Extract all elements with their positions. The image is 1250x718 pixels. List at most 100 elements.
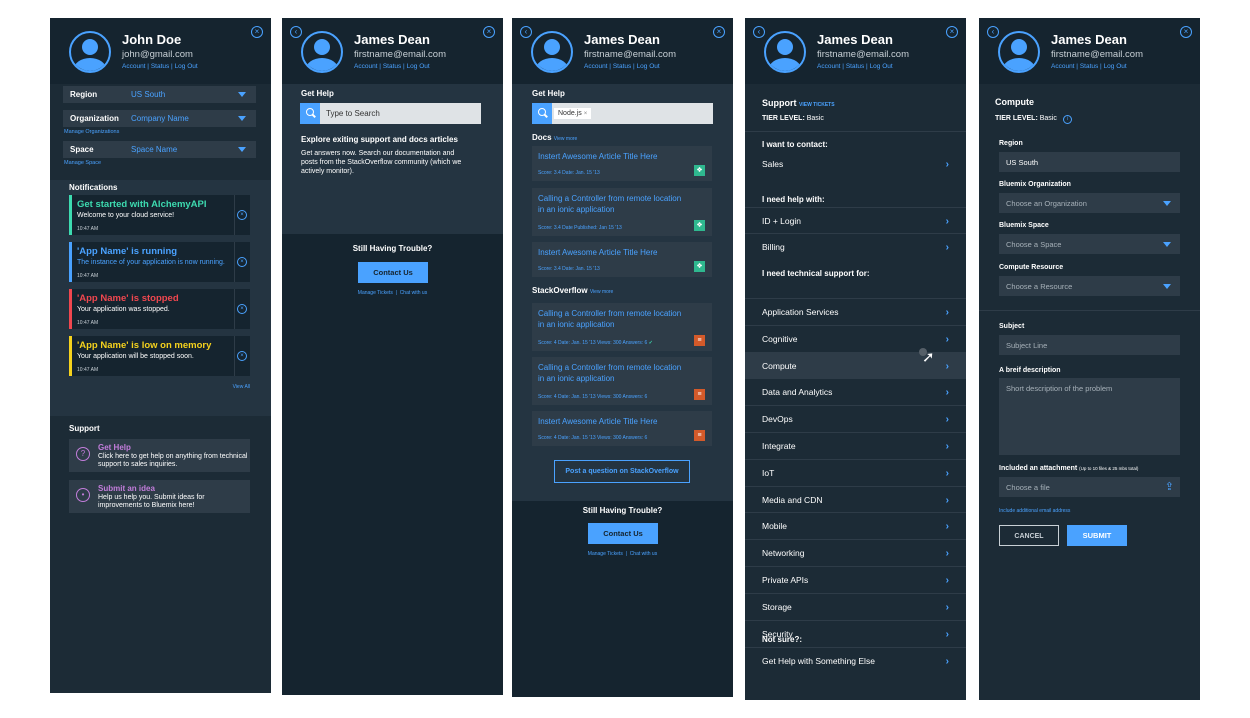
option-label: Cognitive xyxy=(762,333,798,344)
close-icon[interactable]: × xyxy=(713,26,725,38)
option-label: Data and Analytics xyxy=(762,387,833,398)
chevron-down-icon xyxy=(238,147,246,152)
search-input[interactable]: Node.js × xyxy=(532,103,713,124)
space-dropdown[interactable]: Space Space Name xyxy=(63,141,256,158)
notifications-section: Notifications Get started with AlchemyAP… xyxy=(50,180,271,416)
back-icon[interactable]: ‹ xyxy=(987,26,999,38)
tier-level: TIER LEVEL: Basic xyxy=(762,115,824,122)
so-question-card[interactable]: Instert Awesome Article Title Here Score… xyxy=(532,411,712,446)
option-mobile[interactable]: Mobile › xyxy=(745,512,966,539)
avatar xyxy=(301,31,343,73)
chat-link[interactable]: Chat with us xyxy=(630,551,658,557)
account-link[interactable]: Account xyxy=(1051,63,1075,70)
back-icon[interactable]: ‹ xyxy=(290,26,302,38)
resource-select[interactable]: Choose a Resource xyxy=(999,276,1180,296)
submit-button[interactable]: SUBMIT xyxy=(1067,525,1127,546)
search-input[interactable]: Type to Search xyxy=(300,103,481,124)
chevron-right-icon: › xyxy=(945,159,949,170)
file-input[interactable]: Choose a file ⇪ xyxy=(999,477,1180,497)
option-media-and-cdn[interactable]: Media and CDN › xyxy=(745,485,966,513)
post-question-button[interactable]: Post a question on StackOverflow xyxy=(554,460,690,483)
docs-view-more-link[interactable]: View more xyxy=(554,136,578,142)
option-storage[interactable]: Storage › xyxy=(745,592,966,620)
account-link[interactable]: Account xyxy=(817,63,841,70)
close-icon[interactable]: × xyxy=(483,26,495,38)
doc-article-card[interactable]: Instert Awesome Article Title Here Score… xyxy=(532,146,712,181)
account-link[interactable]: Account xyxy=(584,63,608,70)
tier-label: TIER LEVEL: xyxy=(995,115,1038,122)
logout-link[interactable]: Log Out xyxy=(1104,63,1127,70)
close-icon[interactable]: × xyxy=(1180,26,1192,38)
notification-item[interactable]: 'App Name' is stopped Your application w… xyxy=(69,289,250,329)
option-networking[interactable]: Networking › xyxy=(745,539,966,566)
dismiss-icon[interactable]: × xyxy=(237,257,247,267)
option-private-apis[interactable]: Private APIs › xyxy=(745,566,966,593)
organization-dropdown[interactable]: Organization Company Name xyxy=(63,110,256,127)
option-devops[interactable]: DevOps › xyxy=(745,405,966,432)
subject-input[interactable]: Subject Line xyxy=(999,335,1180,355)
space-select[interactable]: Choose a Space xyxy=(999,234,1180,254)
organization-select[interactable]: Choose an Organization xyxy=(999,193,1180,213)
option-integrate[interactable]: Integrate › xyxy=(745,432,966,459)
add-email-link[interactable]: Include additional email address xyxy=(999,508,1070,514)
account-link[interactable]: Account xyxy=(354,63,378,70)
status-link[interactable]: Status xyxy=(1080,63,1098,70)
notification-item[interactable]: 'App Name' is running The instance of yo… xyxy=(69,242,250,282)
status-link[interactable]: Status xyxy=(383,63,401,70)
submit-idea-card[interactable]: • Submit an idea Help us help you. Submi… xyxy=(69,480,250,513)
user-email: firstname@email.com xyxy=(584,49,676,60)
get-help-card[interactable]: ? Get Help Click here to get help on any… xyxy=(69,439,250,472)
notification-item[interactable]: Get started with AlchemyAPI Welcome to y… xyxy=(69,195,250,235)
logout-link[interactable]: Log Out xyxy=(175,63,198,70)
close-icon[interactable]: × xyxy=(946,26,958,38)
description-textarea[interactable]: Short description of the problem xyxy=(999,378,1180,455)
remove-tag-icon[interactable]: × xyxy=(584,111,588,117)
dismiss-icon[interactable]: × xyxy=(237,351,247,361)
stackoverflow-title: StackOverflow View more xyxy=(532,286,614,295)
manage-space-link[interactable]: Manage Space xyxy=(64,160,101,166)
status-link[interactable]: Status xyxy=(846,63,864,70)
option-sales[interactable]: Sales › xyxy=(745,151,966,177)
dismiss-icon[interactable]: × xyxy=(237,304,247,314)
so-question-card[interactable]: Calling a Controller from remote locatio… xyxy=(532,303,712,351)
user-name: John Doe xyxy=(122,32,182,47)
doc-article-card[interactable]: Instert Awesome Article Title Here Score… xyxy=(532,242,712,277)
notification-title: 'App Name' is low on memory xyxy=(77,340,212,351)
option-id-login[interactable]: ID + Login › xyxy=(745,207,966,234)
contact-us-button[interactable]: Contact Us xyxy=(588,523,658,544)
account-link[interactable]: Account xyxy=(122,63,146,70)
chat-link[interactable]: Chat with us xyxy=(400,290,428,296)
option-cognitive[interactable]: Cognitive › xyxy=(745,324,966,352)
so-question-card[interactable]: Calling a Controller from remote locatio… xyxy=(532,357,712,405)
logout-link[interactable]: Log Out xyxy=(407,63,430,70)
option-something-else[interactable]: Get Help with Something Else › xyxy=(745,647,966,674)
upload-icon[interactable]: ⇪ xyxy=(1165,480,1174,493)
back-icon[interactable]: ‹ xyxy=(520,26,532,38)
region-dropdown[interactable]: Region US South xyxy=(63,86,256,103)
close-icon[interactable]: × xyxy=(251,26,263,38)
notification-item[interactable]: 'App Name' is low on memory Your applica… xyxy=(69,336,250,376)
user-name: James Dean xyxy=(354,32,430,47)
back-icon[interactable]: ‹ xyxy=(753,26,765,38)
status-link[interactable]: Status xyxy=(151,63,169,70)
manage-tickets-link[interactable]: Manage Tickets xyxy=(358,290,393,296)
doc-article-card[interactable]: Calling a Controller from remote locatio… xyxy=(532,188,712,236)
status-link[interactable]: Status xyxy=(613,63,631,70)
manage-organizations-link[interactable]: Manage Organizations xyxy=(64,129,119,135)
view-tickets-link[interactable]: VIEW TICKETS xyxy=(799,102,835,108)
view-all-link[interactable]: View All xyxy=(233,384,250,390)
contact-us-button[interactable]: Contact Us xyxy=(358,262,428,283)
option-data-and-analytics[interactable]: Data and Analytics › xyxy=(745,378,966,405)
logout-link[interactable]: Log Out xyxy=(870,63,893,70)
logout-link[interactable]: Log Out xyxy=(637,63,660,70)
region-field[interactable]: US South xyxy=(999,152,1180,172)
option-billing[interactable]: Billing › xyxy=(745,233,966,260)
compute-form-panel: ‹ James Dean firstname@email.com Account… xyxy=(979,18,1200,700)
info-icon[interactable]: i xyxy=(1062,115,1072,124)
so-view-more-link[interactable]: View more xyxy=(590,289,614,295)
cancel-button[interactable]: CANCEL xyxy=(999,525,1059,546)
option-application-services[interactable]: Application Services › xyxy=(745,298,966,325)
option-iot[interactable]: IoT › xyxy=(745,458,966,486)
dismiss-icon[interactable]: × xyxy=(237,210,247,220)
manage-tickets-link[interactable]: Manage Tickets xyxy=(588,551,623,557)
